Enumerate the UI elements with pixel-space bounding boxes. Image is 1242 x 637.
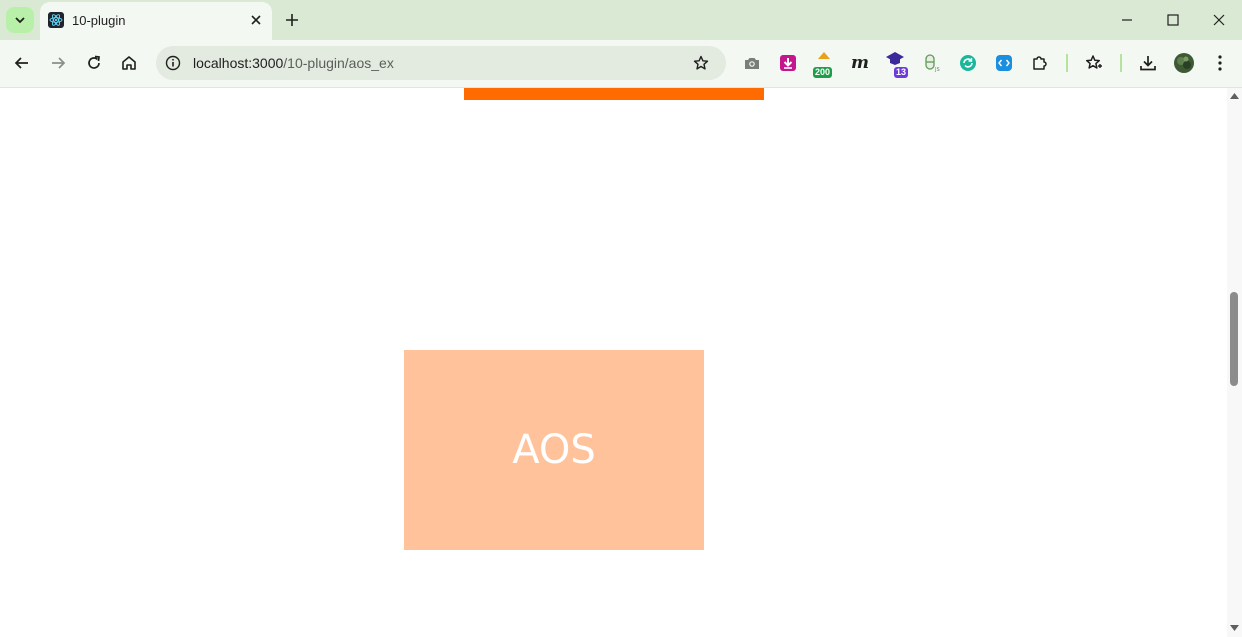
camera-icon[interactable] <box>740 51 764 75</box>
plus-icon <box>286 14 298 26</box>
minimize-button[interactable] <box>1112 6 1142 34</box>
site-info-icon[interactable] <box>164 54 182 72</box>
puzzle-extensions-icon[interactable] <box>1028 51 1052 75</box>
scrollbar-thumb[interactable] <box>1230 292 1238 386</box>
reload-button[interactable] <box>80 49 108 77</box>
download-icon[interactable] <box>1136 51 1160 75</box>
home-button[interactable] <box>115 49 143 77</box>
scroll-up-arrow-icon[interactable] <box>1230 91 1239 100</box>
tab-close-button[interactable] <box>246 10 266 30</box>
back-button[interactable] <box>8 49 36 77</box>
reload-icon <box>88 55 100 69</box>
url-text[interactable]: localhost:3000/10-plugin/aos_ex <box>193 55 394 71</box>
url-path: /10-plugin/aos_ex <box>283 55 394 71</box>
aos-box: AOS <box>404 350 704 550</box>
svg-text:JS: JS <box>934 67 940 73</box>
maximize-icon <box>1167 14 1179 26</box>
orange-box <box>464 88 764 100</box>
toolbar-divider <box>1066 54 1068 72</box>
maximize-button[interactable] <box>1158 6 1188 34</box>
forward-button[interactable] <box>44 49 72 77</box>
m-extension-icon[interactable]: m <box>848 51 872 75</box>
toolbar-divider <box>1120 54 1122 72</box>
tab-strip: 10-plugin <box>0 0 1242 40</box>
aos-label: AOS <box>512 427 596 473</box>
home-icon <box>122 56 136 70</box>
reading-list-star-icon[interactable] <box>1082 51 1106 75</box>
nodejs-extension-icon[interactable]: JS <box>920 51 944 75</box>
arrow-left-icon <box>14 57 28 69</box>
address-bar[interactable]: localhost:3000/10-plugin/aos_ex <box>156 46 726 80</box>
counter-extension-icon[interactable]: 200 <box>812 51 836 78</box>
scroll-down-arrow-icon[interactable] <box>1230 623 1239 632</box>
minimize-icon <box>1122 19 1132 21</box>
bookmark-star-icon[interactable] <box>691 53 711 73</box>
tab-active[interactable]: 10-plugin <box>40 2 272 40</box>
window-close-button[interactable] <box>1204 6 1234 34</box>
refresh-circle-extension-icon[interactable] <box>956 51 980 75</box>
counter-badge: 200 <box>813 67 833 78</box>
menu-kebab-icon[interactable] <box>1208 51 1232 75</box>
download-arrow-extension-icon[interactable] <box>776 51 800 75</box>
chevron-down-icon <box>15 17 25 24</box>
arrow-right-icon <box>52 57 66 69</box>
new-tab-button[interactable] <box>280 8 304 32</box>
browser-toolbar: localhost:3000/10-plugin/aos_ex 200 m 13… <box>0 40 1242 88</box>
url-host: localhost:3000 <box>193 55 284 71</box>
tab-search-button[interactable] <box>6 7 34 33</box>
vertical-scrollbar[interactable] <box>1227 88 1242 637</box>
close-icon <box>251 15 261 25</box>
react-logo-icon <box>48 12 64 28</box>
page-viewport: AOS <box>0 88 1242 637</box>
browser-window: 10-plugin localhost:3000/10-plugin/aos_e… <box>0 0 1242 637</box>
graduation-badge: 13 <box>894 67 909 78</box>
graduation-cap-extension-icon[interactable]: 13 <box>884 51 909 78</box>
close-icon <box>1213 14 1225 26</box>
code-square-extension-icon[interactable] <box>992 51 1016 75</box>
tab-title: 10-plugin <box>72 13 126 28</box>
profile-avatar[interactable] <box>1172 51 1196 75</box>
